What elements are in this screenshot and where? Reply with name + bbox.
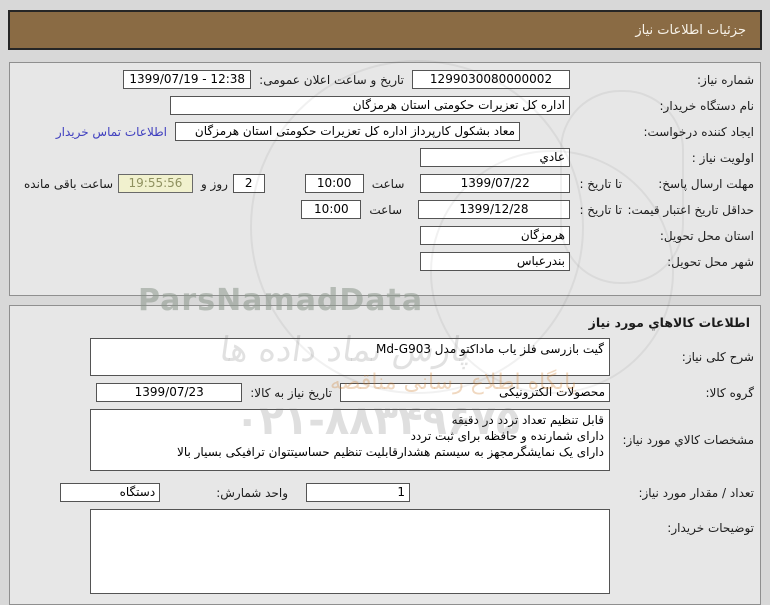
need-number-field[interactable]: 1299030080000002 <box>412 70 570 89</box>
general-desc-field[interactable]: گیت بازرسی فلز یاب ماداکتو مدل Md-G903 <box>90 338 610 376</box>
reply-deadline-date-field[interactable]: 1399/07/22 <box>420 174 570 193</box>
price-validity-label: حداقل تاریخ اعتبار قیمت: <box>627 202 754 217</box>
row-quantity: تعداد / مقدار مورد نیاز: 1 واحد شمارش: د… <box>16 483 754 502</box>
row-buyer-org: نام دستگاه خریدار: اداره کل تعزیرات حکوم… <box>16 96 754 115</box>
page-title: جزئیات اطلاعات نیاز <box>635 22 746 38</box>
specs-line: قابل تنظیم تعداد تردد در دقیقه <box>451 413 604 427</box>
remaining-days-field: 2 <box>232 174 265 193</box>
reply-hour-label: ساعت <box>371 176 405 191</box>
row-reply-deadline: مهلت ارسال پاسخ: تا تاریخ : 1399/07/22 س… <box>16 174 754 193</box>
unit-label: واحد شمارش: <box>216 485 288 500</box>
buyer-org-field[interactable]: اداره کل تعزیرات حکومتی استان هرمزگان <box>170 96 570 115</box>
row-priority: اولویت نیاز : عادي <box>16 148 754 167</box>
buyer-org-label: نام دستگاه خریدار: <box>659 98 755 113</box>
buyer-notes-label: توضیحات خریدار: <box>667 521 754 535</box>
announce-datetime-label: تاریخ و ساعت اعلان عمومی: <box>259 72 404 87</box>
row-delivery-province: استان محل تحویل: هرمزگان <box>16 226 754 245</box>
goods-info-panel: اطلاعات کالاهاي مورد نیاز شرح کلی نیاز: … <box>9 305 761 605</box>
reply-deadline-time-field[interactable]: 10:00 <box>304 174 364 193</box>
row-delivery-city: شهر محل تحویل: بندرعباس <box>16 252 754 271</box>
buyer-contact-link[interactable]: اطلاعات تماس خریدار <box>56 125 167 139</box>
section-header-need-details: جزئیات اطلاعات نیاز <box>8 10 762 50</box>
delivery-province-field[interactable]: هرمزگان <box>420 226 570 245</box>
reply-deadline-label: مهلت ارسال پاسخ: <box>658 176 754 191</box>
need-date-field[interactable]: 1399/07/23 <box>96 383 243 402</box>
price-validity-time-field[interactable]: 10:00 <box>301 200 362 219</box>
request-creator-label: ایجاد کننده درخواست: <box>643 124 754 139</box>
need-info-panel: شماره نیاز: 1299030080000002 تاریخ و ساع… <box>9 62 761 296</box>
need-date-label: تاریخ نیاز به کالا: <box>250 385 332 400</box>
row-need-number: شماره نیاز: 1299030080000002 تاریخ و ساع… <box>16 70 754 89</box>
delivery-province-label: استان محل تحویل: <box>659 228 754 243</box>
general-desc-label: شرح کلی نیاز: <box>681 350 754 364</box>
priority-field[interactable]: عادي <box>420 148 570 167</box>
row-price-validity: حداقل تاریخ اعتبار قیمت: تا تاریخ : 1399… <box>16 200 754 219</box>
buyer-notes-field[interactable] <box>90 509 610 594</box>
validity-hour-label: ساعت <box>369 202 402 217</box>
row-goods-group: گروه کالا: محصولات الکترونیکی تاریخ نیاز… <box>16 383 754 402</box>
delivery-city-field[interactable]: بندرعباس <box>420 252 570 271</box>
specs-line: دارای شمارنده و حافظه برای ثبت تردد <box>410 429 604 443</box>
procurement-detail-page: { "titlebar": { "title": "جزئیات اطلاعات… <box>0 0 770 605</box>
validity-until-label: تا تاریخ : <box>579 202 622 217</box>
specs-line: دارای یک نمایشگرمجهز به سیستم هشدارقابلی… <box>176 445 604 459</box>
announce-datetime-field[interactable]: 1399/07/19 - 12:38 <box>123 70 252 89</box>
remaining-countdown-field: 19:55:56 <box>118 174 193 193</box>
hours-remaining-label: ساعت باقی مانده <box>24 176 114 191</box>
priority-label: اولویت نیاز : <box>691 150 754 165</box>
days-and-label: روز و <box>200 176 228 191</box>
goods-group-label: گروه کالا: <box>705 385 755 400</box>
specs-field[interactable]: قابل تنظیم تعداد تردد در دقیقه دارای شما… <box>90 409 610 471</box>
need-number-label: شماره نیاز: <box>697 72 754 87</box>
specs-label: مشخصات کالاي مورد نیاز: <box>622 433 754 447</box>
row-request-creator: ایجاد کننده درخواست: معاد بشکول کارپرداز… <box>16 122 754 141</box>
goods-group-field[interactable]: محصولات الکترونیکی <box>340 383 610 402</box>
row-buyer-notes: توضیحات خریدار: <box>16 509 754 594</box>
quantity-field[interactable]: 1 <box>306 483 410 502</box>
row-general-desc: شرح کلی نیاز: گیت بازرسی فلز یاب ماداکتو… <box>16 338 754 376</box>
request-creator-field[interactable]: معاد بشکول کارپرداز اداره کل تعزیرات حکو… <box>175 122 520 141</box>
quantity-label: تعداد / مقدار مورد نیاز: <box>638 485 754 500</box>
unit-field[interactable]: دستگاه <box>60 483 161 502</box>
price-validity-date-field[interactable]: 1399/12/28 <box>418 200 570 219</box>
delivery-city-label: شهر محل تحویل: <box>667 254 754 269</box>
goods-section-title: اطلاعات کالاهاي مورد نیاز <box>588 315 750 330</box>
reply-until-label: تا تاریخ : <box>579 176 622 191</box>
row-specs: مشخصات کالاي مورد نیاز: قابل تنظیم تعداد… <box>16 409 754 471</box>
